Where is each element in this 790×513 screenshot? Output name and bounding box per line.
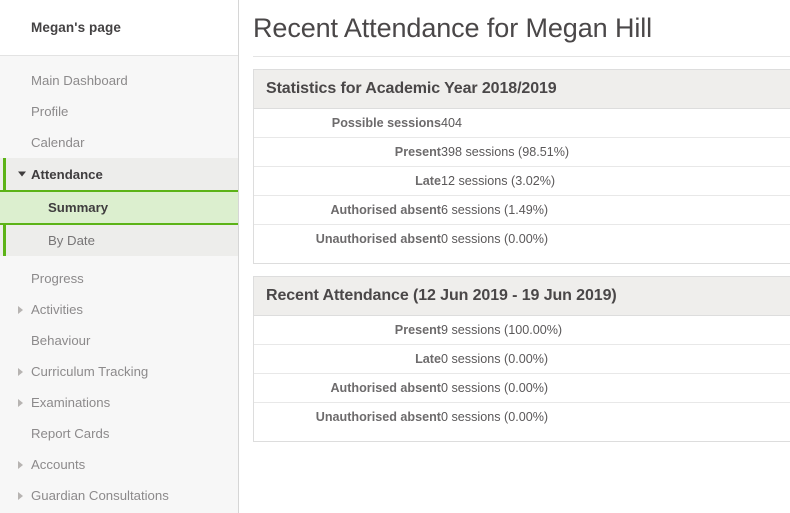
sidebar-item-examinations[interactable]: Examinations — [0, 387, 238, 418]
row-label: Authorised absent — [254, 373, 441, 402]
sidebar-nav: Main Dashboard Profile Calendar Attendan… — [0, 56, 238, 511]
sidebar-item-profile[interactable]: Profile — [0, 96, 238, 127]
panel-heading-text: Statistics for Academic Year 2018/2019 — [266, 80, 557, 98]
sidebar-header: Megan's page — [0, 0, 238, 56]
row-value: 0 sessions (0.00%) — [441, 344, 790, 373]
page-title: Recent Attendance for Megan Hill — [239, 0, 790, 47]
title-divider — [253, 56, 790, 57]
row-value: 6 sessions (1.49%) — [441, 195, 790, 224]
chevron-down-icon — [18, 172, 26, 177]
sidebar-item-main-dashboard[interactable]: Main Dashboard — [0, 65, 238, 96]
table-row: Late 0 sessions (0.00%) — [254, 344, 790, 373]
row-value: 404 — [441, 109, 790, 138]
chevron-right-icon — [18, 492, 23, 500]
row-label: Present — [254, 316, 441, 345]
sidebar-item-label: Progress — [31, 271, 84, 286]
sidebar-subitem-label: Summary — [48, 200, 108, 215]
sidebar-item-progress[interactable]: Progress — [0, 263, 238, 294]
sidebar-item-label: Guardian Consultations — [31, 488, 169, 503]
row-label: Possible sessions — [254, 109, 441, 138]
table-row: Unauthorised absent 0 sessions (0.00%) — [254, 402, 790, 431]
chevron-right-icon — [18, 461, 23, 469]
panel-academic-year-statistics: Statistics for Academic Year 2018/2019 P… — [253, 69, 790, 264]
row-label: Unauthorised absent — [254, 224, 441, 253]
sidebar-item-label: Profile — [31, 104, 68, 119]
row-value: 0 sessions (0.00%) — [441, 402, 790, 431]
sidebar: Megan's page Main Dashboard Profile Cale… — [0, 0, 239, 513]
sidebar-subitem-label: By Date — [48, 233, 95, 248]
sidebar-item-guardian-consultations[interactable]: Guardian Consultations — [0, 480, 238, 511]
row-value: 9 sessions (100.00%) — [441, 316, 790, 345]
sidebar-item-accounts[interactable]: Accounts — [0, 449, 238, 480]
panel-heading: Recent Attendance (12 Jun 2019 - 19 Jun … — [254, 277, 790, 316]
panel-heading-text: Recent Attendance (12 Jun 2019 - 19 Jun … — [266, 287, 617, 305]
table-row: Present 9 sessions (100.00%) — [254, 316, 790, 345]
sidebar-item-attendance[interactable]: Attendance — [0, 158, 238, 190]
row-label: Authorised absent — [254, 195, 441, 224]
statistics-table: Possible sessions 404 Present 398 sessio… — [254, 109, 790, 253]
recent-attendance-table: Present 9 sessions (100.00%) Late 0 sess… — [254, 316, 790, 431]
row-value: 12 sessions (3.02%) — [441, 166, 790, 195]
sidebar-item-calendar[interactable]: Calendar — [0, 127, 238, 158]
sidebar-group-attendance: Attendance Summary By Date — [0, 158, 238, 256]
table-row: Late 12 sessions (3.02%) — [254, 166, 790, 195]
row-label: Late — [254, 166, 441, 195]
sidebar-item-label: Curriculum Tracking — [31, 364, 148, 379]
sidebar-item-label: Main Dashboard — [31, 73, 128, 88]
table-row: Present 398 sessions (98.51%) — [254, 137, 790, 166]
panel-recent-attendance: Recent Attendance (12 Jun 2019 - 19 Jun … — [253, 276, 790, 442]
chevron-right-icon — [18, 399, 23, 407]
panel-body: Present 9 sessions (100.00%) Late 0 sess… — [254, 316, 790, 441]
sidebar-item-summary[interactable]: Summary — [0, 190, 238, 225]
sidebar-item-label: Report Cards — [31, 426, 109, 441]
chevron-right-icon — [18, 306, 23, 314]
table-row: Authorised absent 6 sessions (1.49%) — [254, 195, 790, 224]
sidebar-item-label: Examinations — [31, 395, 110, 410]
table-row: Authorised absent 0 sessions (0.00%) — [254, 373, 790, 402]
row-value: 0 sessions (0.00%) — [441, 224, 790, 253]
table-row: Unauthorised absent 0 sessions (0.00%) — [254, 224, 790, 253]
panel-heading: Statistics for Academic Year 2018/2019 — [254, 70, 790, 109]
main-content: Recent Attendance for Megan Hill Statist… — [239, 0, 790, 513]
row-label: Late — [254, 344, 441, 373]
sidebar-item-behaviour[interactable]: Behaviour — [0, 325, 238, 356]
row-value: 398 sessions (98.51%) — [441, 137, 790, 166]
sidebar-bottom-group: Progress Activities Behaviour Curriculum… — [0, 256, 238, 511]
row-label: Present — [254, 137, 441, 166]
panel-footer-spacer — [254, 431, 790, 441]
sidebar-item-activities[interactable]: Activities — [0, 294, 238, 325]
sidebar-item-label: Behaviour — [31, 333, 90, 348]
sidebar-item-by-date[interactable]: By Date — [0, 225, 238, 256]
sidebar-header-title: Megan's page — [31, 20, 121, 35]
sidebar-item-label: Activities — [31, 302, 83, 317]
sidebar-top-group: Main Dashboard Profile Calendar — [0, 65, 238, 158]
sidebar-group-label: Attendance — [31, 167, 103, 182]
app-root: Megan's page Main Dashboard Profile Cale… — [0, 0, 790, 513]
table-row: Possible sessions 404 — [254, 109, 790, 138]
panel-footer-spacer — [254, 253, 790, 263]
sidebar-item-label: Calendar — [31, 135, 85, 150]
sidebar-item-curriculum-tracking[interactable]: Curriculum Tracking — [0, 356, 238, 387]
row-value: 0 sessions (0.00%) — [441, 373, 790, 402]
sidebar-item-label: Accounts — [31, 457, 85, 472]
sidebar-item-report-cards[interactable]: Report Cards — [0, 418, 238, 449]
panel-body: Possible sessions 404 Present 398 sessio… — [254, 109, 790, 263]
row-label: Unauthorised absent — [254, 402, 441, 431]
chevron-right-icon — [18, 368, 23, 376]
